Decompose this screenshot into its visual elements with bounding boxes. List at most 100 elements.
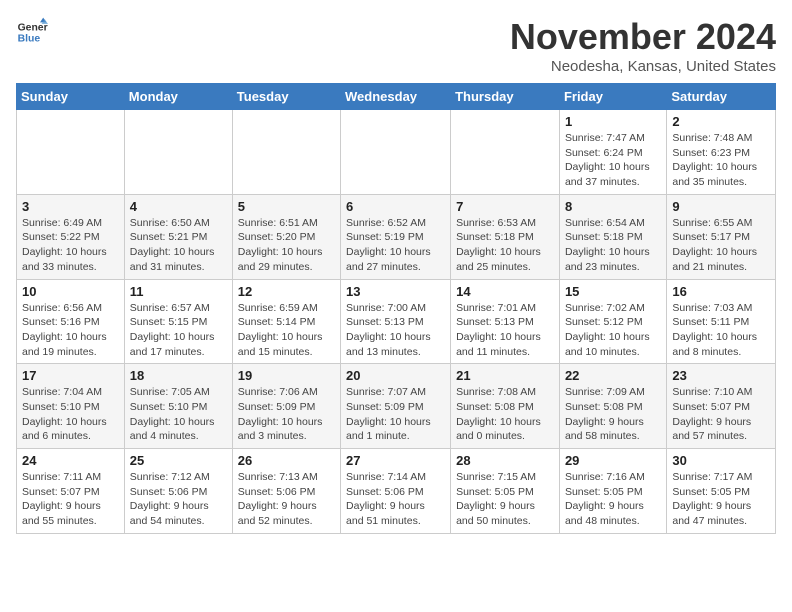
week-row-1: 1Sunrise: 7:47 AM Sunset: 6:24 PM Daylig…: [17, 110, 776, 195]
calendar-cell: 25 Sunrise: 7:12 AM Sunset: 5:06 PM Dayli…: [124, 449, 232, 534]
calendar-cell: 10 Sunrise: 6:56 AM Sunset: 5:16 PM Dayli…: [17, 279, 125, 364]
day-number: 26: [238, 453, 335, 468]
day-number: 5: [238, 199, 335, 214]
day-number: 24: [22, 453, 119, 468]
calendar-cell: 23Sunrise: 7:10 AM Sunset: 5:07 PM Dayli…: [667, 364, 776, 449]
day-number: 12: [238, 284, 335, 299]
week-row-5: 24 Sunrise: 7:11 AM Sunset: 5:07 PM Dayli…: [17, 449, 776, 534]
location-title: Neodesha, Kansas, United States: [510, 58, 776, 75]
logo-icon: General Blue: [16, 16, 48, 48]
calendar-cell: 19 Sunrise: 7:06 AM Sunset: 5:09 PM Dayli…: [232, 364, 340, 449]
day-number: 22: [565, 368, 661, 383]
svg-text:General: General: [18, 22, 48, 33]
day-number: 3: [22, 199, 119, 214]
day-detail: Sunrise: 6:51 AM Sunset: 5:20 PM Dayligh…: [238, 216, 335, 275]
day-number: 6: [346, 199, 445, 214]
day-detail: Sunrise: 7:04 AM Sunset: 5:10 PM Dayligh…: [22, 385, 119, 444]
calendar-cell: 20 Sunrise: 7:07 AM Sunset: 5:09 PM Dayli…: [341, 364, 451, 449]
day-detail: Sunrise: 7:06 AM Sunset: 5:09 PM Dayligh…: [238, 385, 335, 444]
page-header: General Blue November 2024 Neodesha, Kan…: [16, 16, 776, 75]
day-detail: Sunrise: 7:10 AM Sunset: 5:07 PM Dayligh…: [672, 385, 770, 444]
week-row-4: 17 Sunrise: 7:04 AM Sunset: 5:10 PM Dayli…: [17, 364, 776, 449]
day-number: 8: [565, 199, 661, 214]
calendar-cell: 3 Sunrise: 6:49 AM Sunset: 5:22 PM Daylig…: [17, 194, 125, 279]
calendar-cell: 26Sunrise: 7:13 AM Sunset: 5:06 PM Dayli…: [232, 449, 340, 534]
day-detail: Sunrise: 7:11 AM Sunset: 5:07 PM Dayligh…: [22, 470, 119, 529]
day-detail: Sunrise: 6:52 AM Sunset: 5:19 PM Dayligh…: [346, 216, 445, 275]
weekday-header-thursday: Thursday: [451, 84, 560, 110]
calendar-cell: [124, 110, 232, 195]
weekday-header-tuesday: Tuesday: [232, 84, 340, 110]
day-number: 25: [130, 453, 227, 468]
day-detail: Sunrise: 7:05 AM Sunset: 5:10 PM Dayligh…: [130, 385, 227, 444]
day-detail: Sunrise: 6:57 AM Sunset: 5:15 PM Dayligh…: [130, 301, 227, 360]
calendar-cell: 22 Sunrise: 7:09 AM Sunset: 5:08 PM Dayli…: [559, 364, 666, 449]
day-detail: Sunrise: 6:50 AM Sunset: 5:21 PM Dayligh…: [130, 216, 227, 275]
day-detail: Sunrise: 7:48 AM Sunset: 6:23 PM Dayligh…: [672, 131, 770, 190]
day-number: 9: [672, 199, 770, 214]
calendar-cell: 7 Sunrise: 6:53 AM Sunset: 5:18 PM Daylig…: [451, 194, 560, 279]
calendar-cell: 15 Sunrise: 7:02 AM Sunset: 5:12 PM Dayli…: [559, 279, 666, 364]
day-detail: Sunrise: 6:56 AM Sunset: 5:16 PM Dayligh…: [22, 301, 119, 360]
day-detail: Sunrise: 7:03 AM Sunset: 5:11 PM Dayligh…: [672, 301, 770, 360]
day-detail: Sunrise: 6:54 AM Sunset: 5:18 PM Dayligh…: [565, 216, 661, 275]
day-number: 30: [672, 453, 770, 468]
calendar-cell: 12Sunrise: 6:59 AM Sunset: 5:14 PM Dayli…: [232, 279, 340, 364]
day-number: 29: [565, 453, 661, 468]
day-number: 11: [130, 284, 227, 299]
day-number: 28: [456, 453, 554, 468]
day-detail: Sunrise: 7:08 AM Sunset: 5:08 PM Dayligh…: [456, 385, 554, 444]
day-number: 18: [130, 368, 227, 383]
calendar-cell: 8 Sunrise: 6:54 AM Sunset: 5:18 PM Daylig…: [559, 194, 666, 279]
day-detail: Sunrise: 7:47 AM Sunset: 6:24 PM Dayligh…: [565, 131, 661, 190]
calendar-cell: [17, 110, 125, 195]
day-detail: Sunrise: 7:16 AM Sunset: 5:05 PM Dayligh…: [565, 470, 661, 529]
day-number: 2: [672, 114, 770, 129]
calendar-cell: 16 Sunrise: 7:03 AM Sunset: 5:11 PM Dayli…: [667, 279, 776, 364]
calendar-cell: 24 Sunrise: 7:11 AM Sunset: 5:07 PM Dayli…: [17, 449, 125, 534]
calendar-cell: 4Sunrise: 6:50 AM Sunset: 5:21 PM Daylig…: [124, 194, 232, 279]
calendar-cell: 11 Sunrise: 6:57 AM Sunset: 5:15 PM Dayli…: [124, 279, 232, 364]
day-detail: Sunrise: 7:02 AM Sunset: 5:12 PM Dayligh…: [565, 301, 661, 360]
calendar-cell: 9 Sunrise: 6:55 AM Sunset: 5:17 PM Daylig…: [667, 194, 776, 279]
weekday-header-sunday: Sunday: [17, 84, 125, 110]
day-number: 15: [565, 284, 661, 299]
calendar-cell: 6 Sunrise: 6:52 AM Sunset: 5:19 PM Daylig…: [341, 194, 451, 279]
calendar-cell: 27 Sunrise: 7:14 AM Sunset: 5:06 PM Dayli…: [341, 449, 451, 534]
weekday-header-saturday: Saturday: [667, 84, 776, 110]
calendar-cell: [232, 110, 340, 195]
day-detail: Sunrise: 7:12 AM Sunset: 5:06 PM Dayligh…: [130, 470, 227, 529]
calendar-table: SundayMondayTuesdayWednesdayThursdayFrid…: [16, 83, 776, 534]
calendar-cell: [341, 110, 451, 195]
day-detail: Sunrise: 7:14 AM Sunset: 5:06 PM Dayligh…: [346, 470, 445, 529]
day-detail: Sunrise: 6:53 AM Sunset: 5:18 PM Dayligh…: [456, 216, 554, 275]
day-number: 7: [456, 199, 554, 214]
month-title: November 2024: [510, 16, 776, 58]
day-number: 19: [238, 368, 335, 383]
day-number: 10: [22, 284, 119, 299]
day-detail: Sunrise: 7:09 AM Sunset: 5:08 PM Dayligh…: [565, 385, 661, 444]
day-number: 13: [346, 284, 445, 299]
calendar-cell: 2 Sunrise: 7:48 AM Sunset: 6:23 PM Daylig…: [667, 110, 776, 195]
day-number: 16: [672, 284, 770, 299]
title-area: November 2024 Neodesha, Kansas, United S…: [510, 16, 776, 75]
day-number: 27: [346, 453, 445, 468]
calendar-cell: 21 Sunrise: 7:08 AM Sunset: 5:08 PM Dayli…: [451, 364, 560, 449]
day-detail: Sunrise: 7:07 AM Sunset: 5:09 PM Dayligh…: [346, 385, 445, 444]
day-number: 20: [346, 368, 445, 383]
calendar-cell: 28 Sunrise: 7:15 AM Sunset: 5:05 PM Dayli…: [451, 449, 560, 534]
weekday-header-friday: Friday: [559, 84, 666, 110]
calendar-cell: 30 Sunrise: 7:17 AM Sunset: 5:05 PM Dayli…: [667, 449, 776, 534]
day-detail: Sunrise: 7:15 AM Sunset: 5:05 PM Dayligh…: [456, 470, 554, 529]
day-detail: Sunrise: 6:55 AM Sunset: 5:17 PM Dayligh…: [672, 216, 770, 275]
day-detail: Sunrise: 7:17 AM Sunset: 5:05 PM Dayligh…: [672, 470, 770, 529]
day-number: 21: [456, 368, 554, 383]
day-number: 14: [456, 284, 554, 299]
day-number: 17: [22, 368, 119, 383]
weekday-header-monday: Monday: [124, 84, 232, 110]
day-detail: Sunrise: 7:00 AM Sunset: 5:13 PM Dayligh…: [346, 301, 445, 360]
day-detail: Sunrise: 7:01 AM Sunset: 5:13 PM Dayligh…: [456, 301, 554, 360]
week-row-3: 10 Sunrise: 6:56 AM Sunset: 5:16 PM Dayli…: [17, 279, 776, 364]
calendar-cell: 14 Sunrise: 7:01 AM Sunset: 5:13 PM Dayli…: [451, 279, 560, 364]
day-detail: Sunrise: 6:49 AM Sunset: 5:22 PM Dayligh…: [22, 216, 119, 275]
